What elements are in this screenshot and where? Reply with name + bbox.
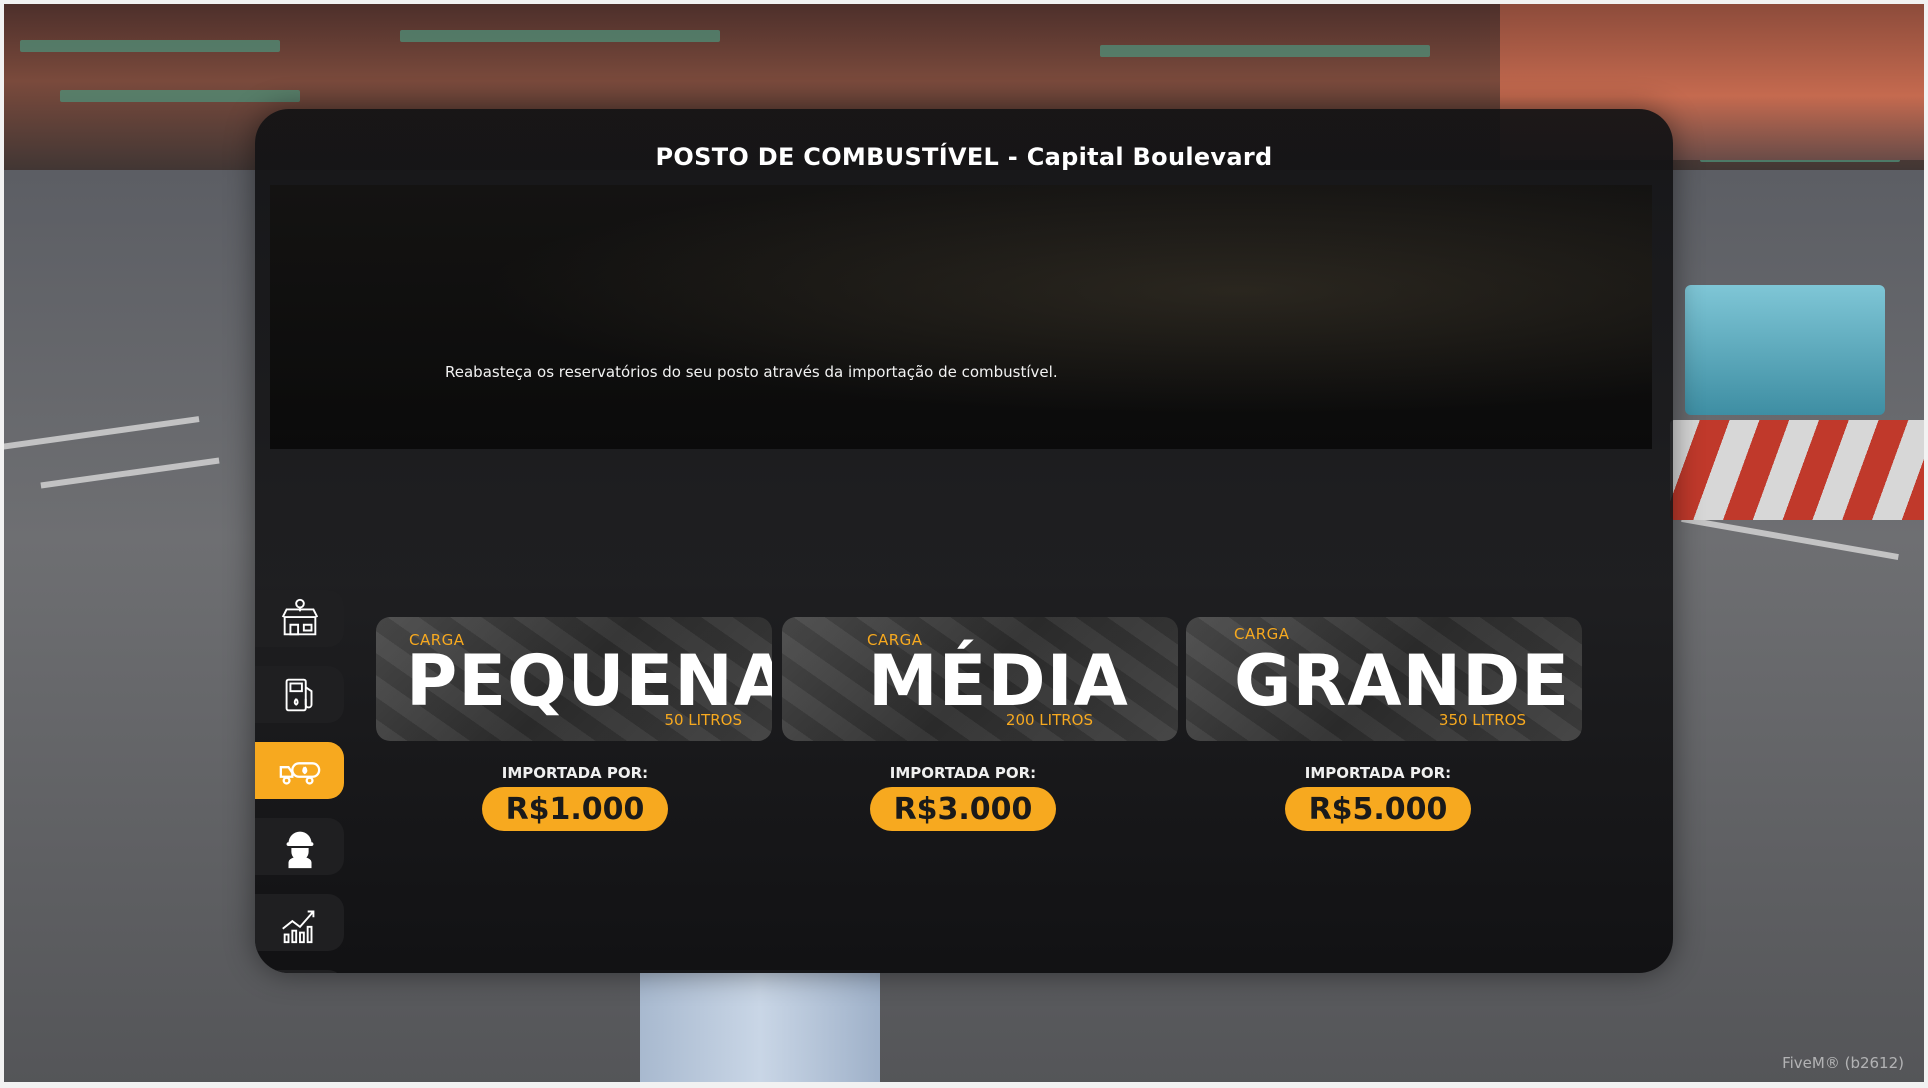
buy-small-load-button[interactable]: R$1.000	[482, 787, 668, 831]
fuel-pump-icon	[285, 678, 312, 711]
load-card-large[interactable]: CARGA GRANDE 350 LITROS	[1186, 617, 1582, 741]
road-barrier	[1670, 420, 1928, 520]
sidebar-item-employees[interactable]	[255, 818, 344, 875]
canopy-light	[400, 30, 720, 42]
sidebar-item-store[interactable]	[255, 590, 344, 647]
buy-medium-load-button[interactable]: R$3.000	[870, 787, 1056, 831]
store-location-icon	[281, 598, 318, 635]
fivem-build-tag: FiveM® (b2612)	[1782, 1054, 1904, 1072]
player-character-legs	[640, 970, 880, 1088]
panel-title: POSTO DE COMBUSTÍVEL - Capital Boulevard	[655, 143, 1273, 171]
canopy-light	[60, 90, 300, 102]
card-liters: 50 LITROS	[664, 711, 742, 729]
card-liters: 350 LITROS	[1438, 711, 1526, 729]
sidebar-item-finance[interactable]: $	[255, 970, 344, 973]
price-label: IMPORTADA POR:	[889, 764, 1037, 782]
card-title: MÉDIA	[868, 640, 1129, 722]
load-card-medium[interactable]: CARGA MÉDIA 200 LITROS	[782, 617, 1178, 741]
card-title: PEQUENA	[406, 640, 772, 722]
fuel-station-panel: POSTO DE COMBUSTÍVEL - Capital Boulevard…	[255, 109, 1673, 973]
card-liters: 200 LITROS	[1005, 711, 1093, 729]
worker-helmet-icon	[286, 831, 313, 868]
banner-description: Reabasteça os reservatórios do seu posto…	[445, 363, 1058, 381]
card-title: GRANDE	[1234, 640, 1571, 722]
banner-image: Reabasteça os reservatórios do seu posto…	[270, 185, 1652, 449]
sidebar-item-import[interactable]	[255, 742, 344, 799]
tanker-truck-icon	[279, 761, 320, 785]
buy-large-load-button[interactable]: R$5.000	[1285, 787, 1471, 831]
growth-chart-icon	[281, 910, 314, 943]
price-label: IMPORTADA POR:	[1304, 764, 1452, 782]
sidebar-item-stats[interactable]	[255, 894, 344, 951]
price-label: IMPORTADA POR:	[501, 764, 649, 782]
canopy-light	[20, 40, 280, 52]
sidebar-item-pump[interactable]	[255, 666, 344, 723]
portable-toilets	[1685, 285, 1885, 415]
load-card-small[interactable]: CARGA PEQUENA 50 LITROS	[376, 617, 772, 741]
canopy-light	[1100, 45, 1430, 57]
